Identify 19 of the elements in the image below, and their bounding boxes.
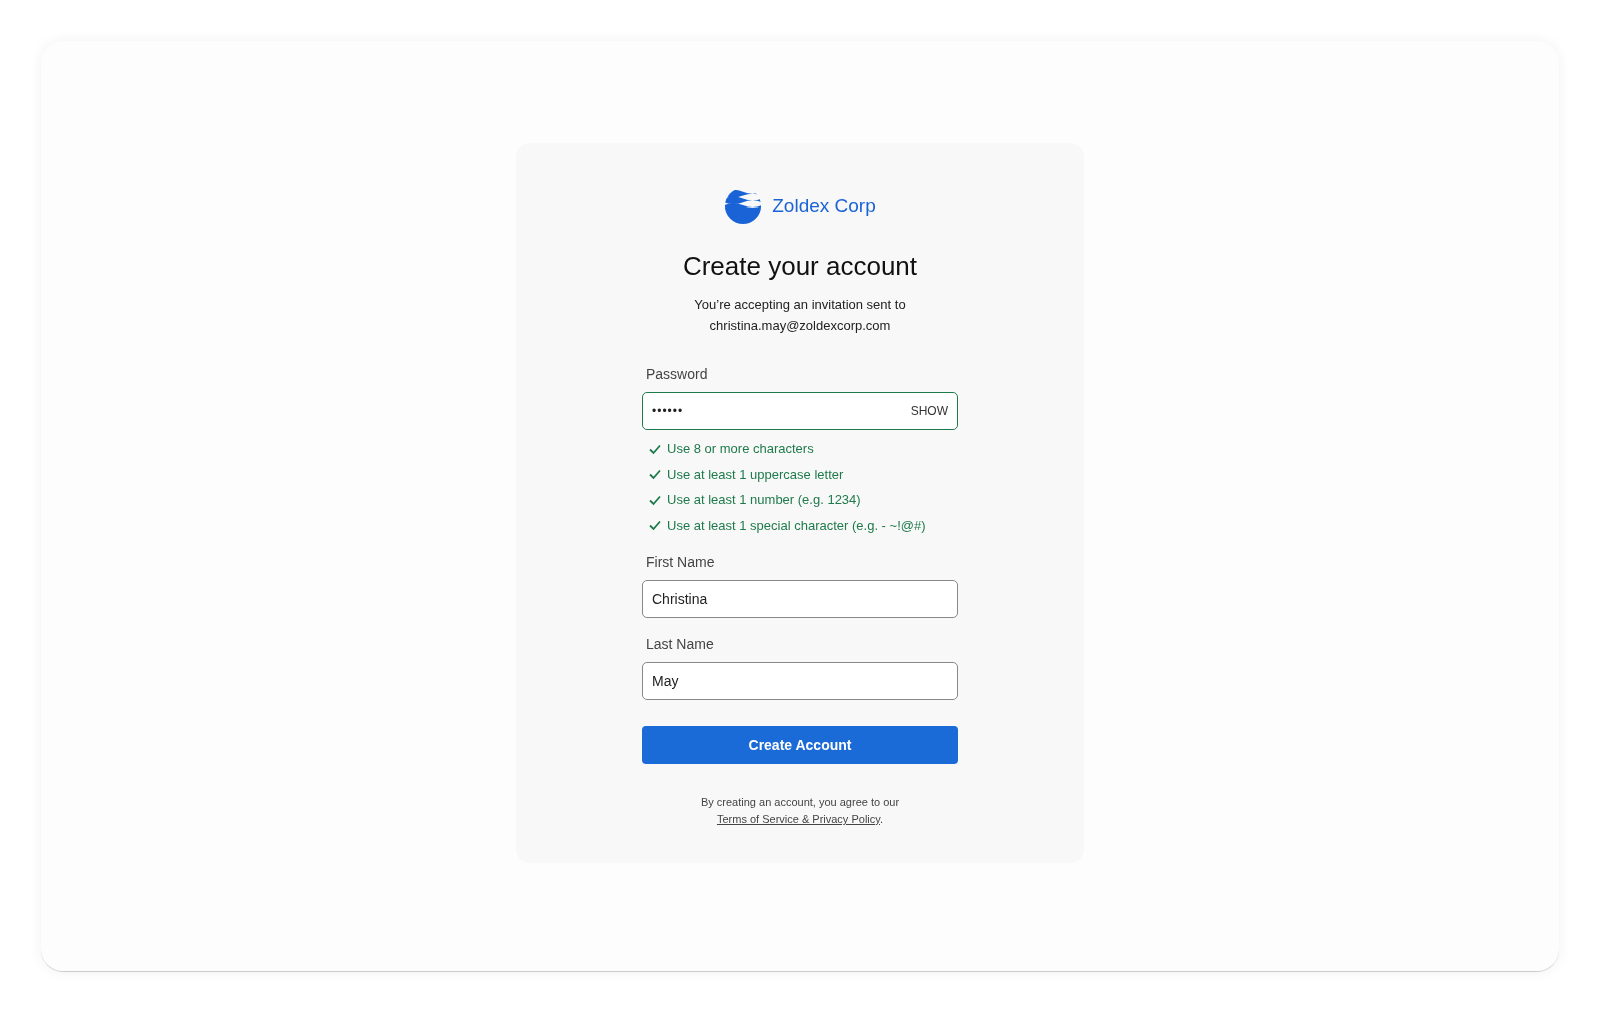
text-field[interactable]: Christina — [642, 580, 958, 618]
terms-text: By creating an account, you agree to our Terms of Service & Privacy Policy. — [699, 795, 901, 827]
field-label: First Name — [646, 554, 716, 570]
field-label: Last Name — [646, 636, 715, 652]
requirement-text: Use at least 1 uppercase letter — [667, 466, 844, 482]
invitation-text: You’re accepting an invitation sent to — [694, 296, 906, 314]
invited-email: christina.may@zoldexcorp.com — [709, 317, 891, 335]
text-field[interactable]: May — [642, 662, 958, 700]
requirement-text: Use 8 or more characters — [667, 441, 814, 457]
page-title: Create your account — [682, 251, 918, 282]
show-toggle[interactable]: SHOW — [910, 404, 948, 418]
field-label: Password — [646, 366, 709, 382]
requirement-text: Use at least 1 number (e.g. 1234) — [667, 492, 861, 508]
create-account-button[interactable]: Create Account — [642, 726, 958, 764]
brand-name: Zoldex Corp — [772, 195, 876, 217]
terms-link[interactable]: Terms of Service & Privacy Policy — [716, 813, 880, 825]
logo-icon — [724, 187, 763, 225]
password-field[interactable]: •••••• SHOW — [642, 392, 958, 430]
requirement-text: Use at least 1 special character (e.g. - ~!@#) — [667, 517, 926, 533]
